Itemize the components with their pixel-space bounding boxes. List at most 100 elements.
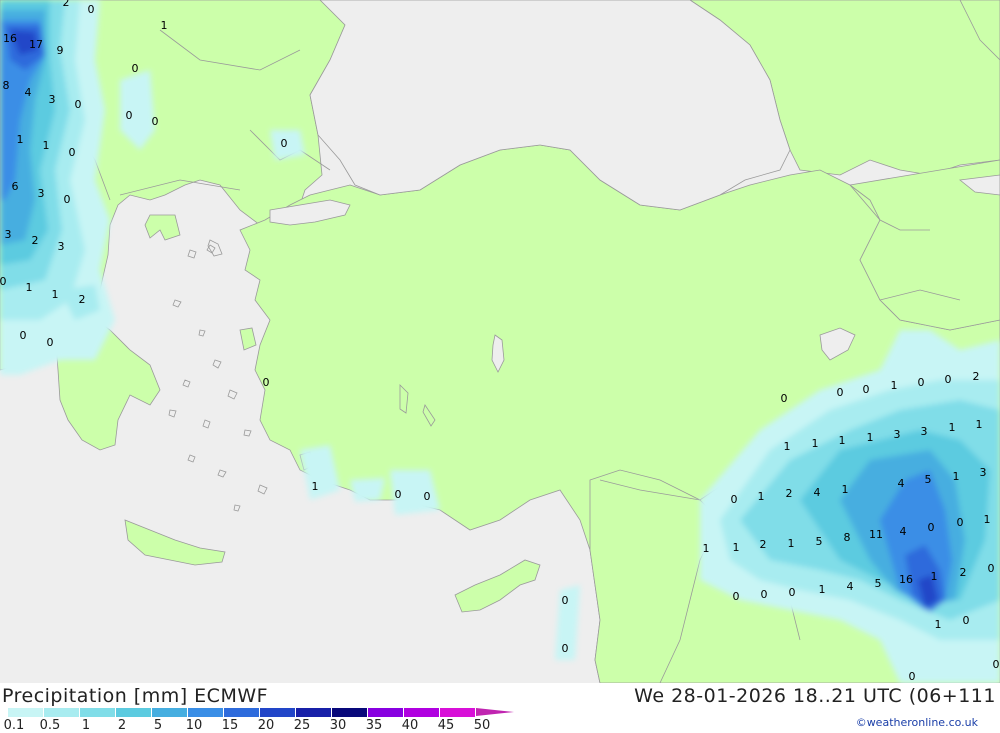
map-value: 5 <box>875 577 882 590</box>
legend-swatch <box>368 708 404 717</box>
map-value: 2 <box>760 538 767 551</box>
map-value: 1 <box>17 133 24 146</box>
map-value: 1 <box>784 440 791 453</box>
map-value: 2 <box>32 234 39 247</box>
legend-swatch <box>152 708 188 717</box>
map-value: 1 <box>161 19 168 32</box>
map-value: 4 <box>847 580 854 593</box>
map-value: 1 <box>984 513 991 526</box>
map-value: 2 <box>960 566 967 579</box>
legend-swatch <box>188 708 224 717</box>
map-value: 8 <box>844 531 851 544</box>
map-value: 1 <box>758 490 765 503</box>
map-value: 0 <box>75 98 82 111</box>
map-footer: Precipitation [mm] ECMWF We 28-01-2026 1… <box>0 683 1000 733</box>
map-value: 3 <box>5 228 12 241</box>
map-value: 1 <box>891 379 898 392</box>
map-value: 1 <box>976 418 983 431</box>
map-value: 0 <box>64 193 71 206</box>
map-value: 1 <box>819 583 826 596</box>
map-value: 3 <box>58 240 65 253</box>
map-value: 1 <box>26 281 33 294</box>
map-value: 2 <box>63 0 70 9</box>
map-value: 1 <box>733 541 740 554</box>
map-value: 0 <box>126 109 133 122</box>
map-value: 0 <box>789 586 796 599</box>
map-value: 0 <box>562 594 569 607</box>
map-value: 0 <box>863 383 870 396</box>
map-value: 8 <box>3 79 10 92</box>
map-value: 0 <box>562 642 569 655</box>
legend-tick: 0.1 <box>3 718 25 733</box>
map-value: 0 <box>0 275 7 288</box>
map-value: 0 <box>395 488 402 501</box>
legend-swatch <box>296 708 332 717</box>
legend-swatch <box>332 708 368 717</box>
map-value: 0 <box>424 490 431 503</box>
map-value: 3 <box>980 466 987 479</box>
legend-tick: 1 <box>81 718 91 733</box>
map-value: 1 <box>788 537 795 550</box>
legend-tick: 45 <box>437 718 455 733</box>
map-value: 4 <box>814 486 821 499</box>
legend-tick: 20 <box>257 718 275 733</box>
map-value: 3 <box>49 93 56 106</box>
forecast-datetime: We 28-01-2026 18..21 UTC (06+111 <box>634 685 996 707</box>
legend-tick-labels: 0.1 0.5 1 2 5 10 15 20 25 30 35 40 45 50 <box>0 718 520 733</box>
map-value: 1 <box>867 431 874 444</box>
map-value: 4 <box>25 86 32 99</box>
map-value: 1 <box>953 470 960 483</box>
legend-swatch <box>8 708 44 717</box>
map-value: 6 <box>12 180 19 193</box>
map-value: 5 <box>816 535 823 548</box>
legend-tick: 30 <box>329 718 347 733</box>
map-value: 0 <box>88 3 95 16</box>
legend-tick: 35 <box>365 718 383 733</box>
map-value: 1 <box>43 139 50 152</box>
precipitation-legend <box>8 708 514 717</box>
map-value: 0 <box>918 376 925 389</box>
legend-swatch <box>260 708 296 717</box>
legend-swatch <box>404 708 440 717</box>
map-value: 0 <box>733 590 740 603</box>
map-value: 4 <box>900 525 907 538</box>
map-value: 0 <box>20 329 27 342</box>
map-value: 0 <box>69 146 76 159</box>
legend-swatch <box>224 708 260 717</box>
legend-arrow <box>476 708 514 716</box>
map-value: 16 <box>3 32 17 45</box>
map-value: 1 <box>52 288 59 301</box>
precipitation-map[interactable]: 2 0 16 17 9 8 4 3 0 1 1 0 6 3 0 3 2 3 0 … <box>0 0 1000 683</box>
map-value: 0 <box>963 614 970 627</box>
map-value: 1 <box>703 542 710 555</box>
map-value: 0 <box>993 658 1000 671</box>
map-value: 2 <box>973 370 980 383</box>
map-value: 0 <box>945 373 952 386</box>
map-value: 9 <box>57 44 64 57</box>
map-value: 16 <box>899 573 913 586</box>
map-value: 3 <box>921 425 928 438</box>
legend-tick: 40 <box>401 718 419 733</box>
legend-tick: 10 <box>185 718 203 733</box>
map-value: 0 <box>281 137 288 150</box>
map-value: 0 <box>152 115 159 128</box>
legend-tick: 15 <box>221 718 239 733</box>
map-value: 0 <box>781 392 788 405</box>
map-value: 3 <box>38 187 45 200</box>
map-value: 1 <box>935 618 942 631</box>
map-value: 0 <box>988 562 995 575</box>
credit-link[interactable]: ©weatheronline.co.uk <box>856 716 978 729</box>
legend-tick: 5 <box>153 718 163 733</box>
map-title: Precipitation [mm] ECMWF <box>2 685 269 707</box>
legend-swatch <box>80 708 116 717</box>
map-value: 0 <box>928 521 935 534</box>
map-value: 0 <box>731 493 738 506</box>
map-value: 3 <box>894 428 901 441</box>
map-value: 1 <box>931 570 938 583</box>
legend-tick: 25 <box>293 718 311 733</box>
map-canvas: 2 0 16 17 9 8 4 3 0 1 1 0 6 3 0 3 2 3 0 … <box>0 0 1000 683</box>
legend-tick: 50 <box>473 718 491 733</box>
map-value: 0 <box>761 588 768 601</box>
map-value: 17 <box>29 38 43 51</box>
legend-swatch <box>116 708 152 717</box>
